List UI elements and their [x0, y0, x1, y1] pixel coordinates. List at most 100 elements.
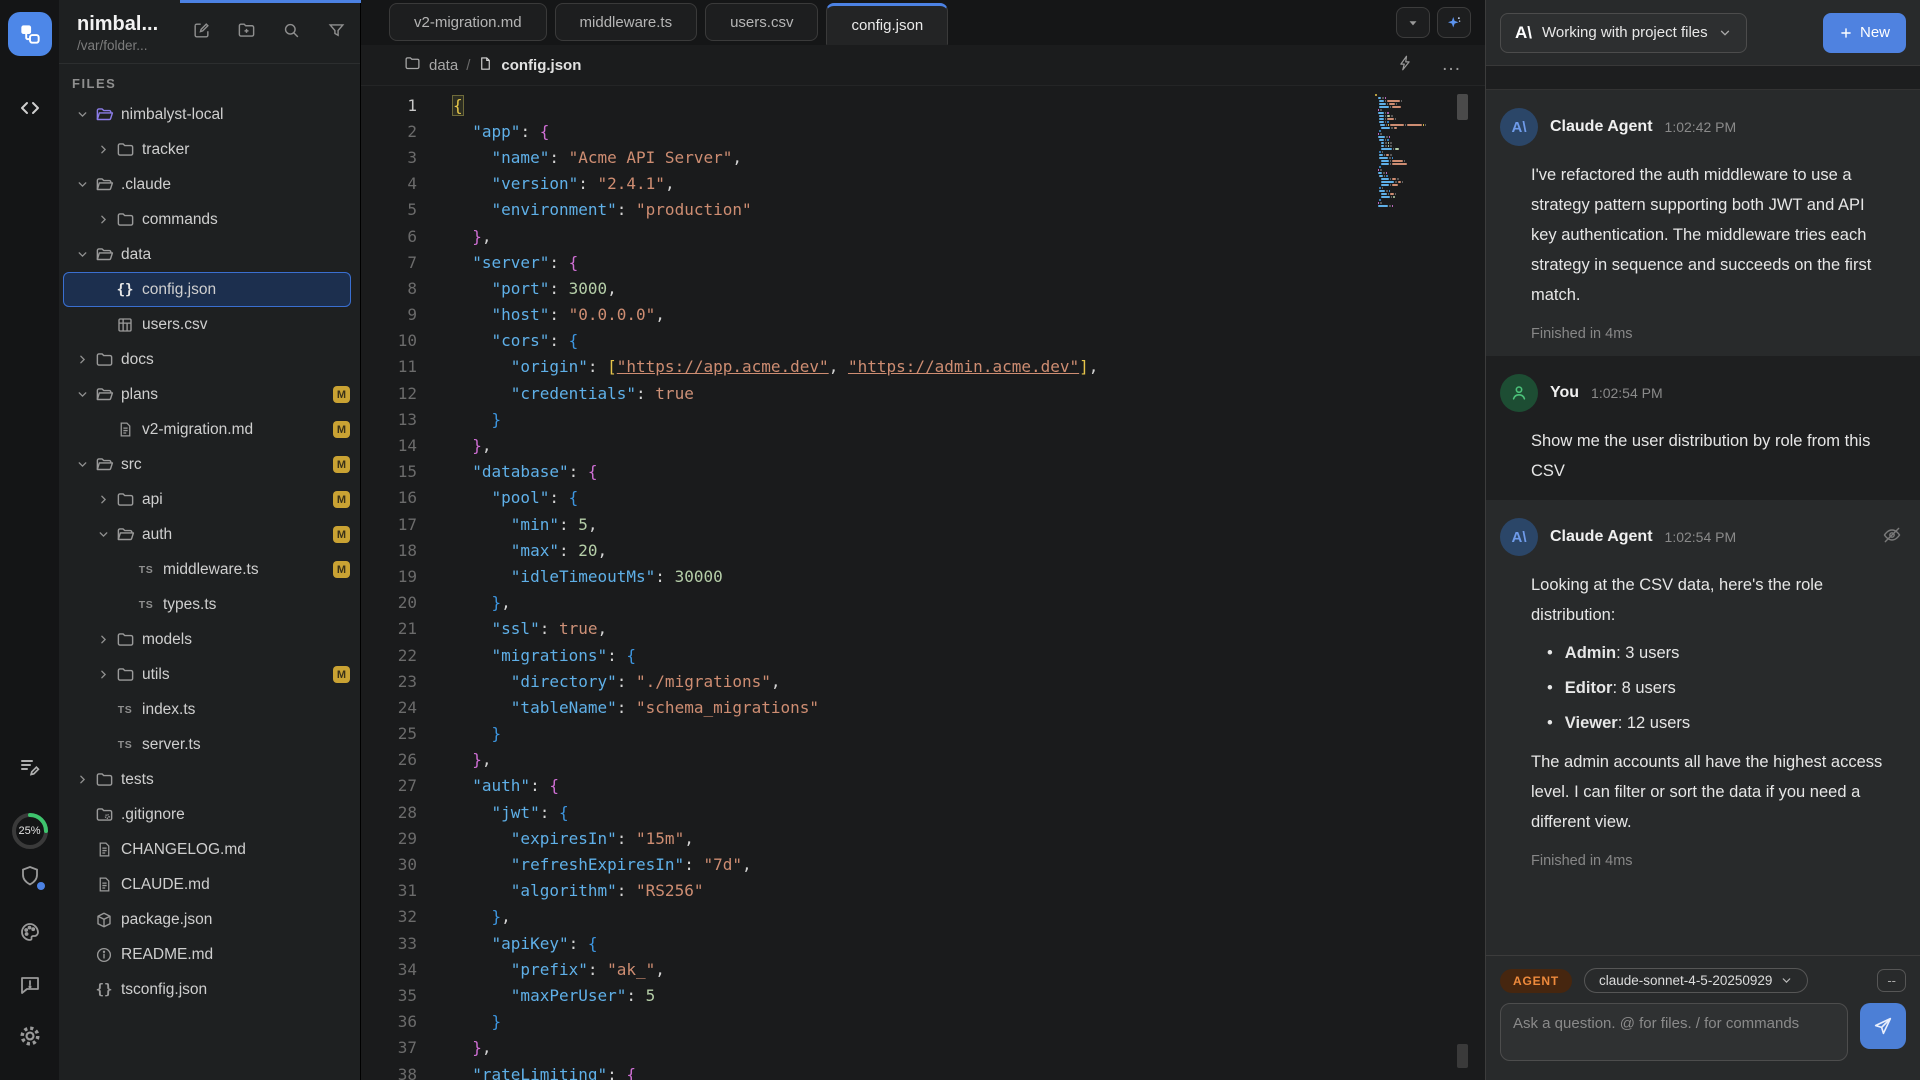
tree-item-plans[interactable]: plansM [59, 377, 360, 412]
code-line-1: 1{ [361, 92, 1485, 118]
composer-menu-button[interactable]: -- [1877, 969, 1906, 992]
code-line-37: 37 }, [361, 1035, 1485, 1061]
tree-item-server.ts[interactable]: TSserver.ts [59, 727, 360, 762]
minimap[interactable] [1375, 94, 1427, 208]
model-selector[interactable]: claude-sonnet-4-5-20250929 [1584, 968, 1808, 993]
app-logo[interactable] [0, 12, 59, 56]
more-actions-icon[interactable]: ... [1442, 54, 1461, 76]
code-line-8: 8 "port": 3000, [361, 275, 1485, 301]
chevron-right-icon[interactable] [92, 668, 114, 681]
folder-icon [114, 665, 136, 684]
tree-item-middleware.ts[interactable]: TSmiddleware.tsM [59, 552, 360, 587]
file-label: types.ts [163, 596, 216, 614]
tree-item-CLAUDE.md[interactable]: CLAUDE.md [59, 867, 360, 902]
tab-config.json[interactable]: config.json [826, 3, 948, 45]
chevron-down-icon[interactable] [71, 108, 93, 121]
chat-input[interactable] [1500, 1003, 1848, 1061]
new-folder-icon[interactable] [237, 21, 256, 45]
edit-file-icon[interactable] [192, 21, 211, 45]
tree-item-tests[interactable]: tests [59, 762, 360, 797]
usage-progress-ring[interactable]: 25% [0, 808, 59, 854]
tree-item-utils[interactable]: utilsM [59, 657, 360, 692]
code-line-4: 4 "version": "2.4.1", [361, 171, 1485, 197]
icon-rail: 25% [0, 0, 59, 1080]
tab-users.csv[interactable]: users.csv [705, 3, 818, 41]
tree-item-commands[interactable]: commands [59, 202, 360, 237]
line-number: 25 [361, 724, 417, 743]
code-line-34: 34 "prefix": "ak_", [361, 956, 1485, 982]
chevron-down-icon[interactable] [71, 248, 93, 261]
file-label: tsconfig.json [121, 981, 207, 999]
tree-item-index.ts[interactable]: TSindex.ts [59, 692, 360, 727]
tree-item-v2-migration.md[interactable]: v2-migration.mdM [59, 412, 360, 447]
chevron-right-icon[interactable] [92, 493, 114, 506]
breadcrumb-folder[interactable]: data [429, 57, 458, 74]
feedback-icon[interactable] [0, 973, 59, 997]
tree-item-src[interactable]: srcM [59, 447, 360, 482]
chevron-down-icon[interactable] [71, 388, 93, 401]
tree-item-package.json[interactable]: package.json [59, 902, 360, 937]
chevron-right-icon[interactable] [92, 213, 114, 226]
send-button[interactable] [1860, 1003, 1906, 1049]
chevron-down-icon[interactable] [71, 458, 93, 471]
line-number: 18 [361, 541, 417, 560]
tree-item-.gitignore[interactable]: .gitignore [59, 797, 360, 832]
tree-item-tracker[interactable]: tracker [59, 132, 360, 167]
tree-item-docs[interactable]: docs [59, 342, 360, 377]
chevron-down-icon[interactable] [92, 528, 114, 541]
tab-v2-migration.md[interactable]: v2-migration.md [389, 3, 547, 41]
tree-item-api[interactable]: apiM [59, 482, 360, 517]
message-timestamp: 1:02:54 PM [1665, 529, 1737, 545]
tree-item-nimbalyst-local[interactable]: nimbalyst-local [59, 97, 360, 132]
tree-item-tsconfig.json[interactable]: {}tsconfig.json [59, 972, 360, 1007]
code-line-31: 31 "algorithm": "RS256" [361, 878, 1485, 904]
tree-item-CHANGELOG.md[interactable]: CHANGELOG.md [59, 832, 360, 867]
tree-item-data[interactable]: data [59, 237, 360, 272]
file-label: data [121, 246, 151, 264]
chevron-right-icon[interactable] [71, 773, 93, 786]
chevron-down-icon[interactable] [71, 178, 93, 191]
tree-item-config.json[interactable]: {}config.json [63, 272, 351, 307]
tab-middleware.ts[interactable]: middleware.ts [555, 3, 698, 41]
filter-icon[interactable] [327, 21, 346, 45]
new-chat-button[interactable]: New [1823, 13, 1906, 53]
tree-item-README.md[interactable]: README.md [59, 937, 360, 972]
chevron-right-icon[interactable] [92, 633, 114, 646]
line-number: 4 [361, 174, 417, 193]
gear-icon[interactable] [0, 1023, 59, 1049]
tree-item-users.csv[interactable]: users.csv [59, 307, 360, 342]
claude-avatar: A\ [1500, 518, 1538, 556]
compose-notes-icon[interactable] [0, 755, 59, 779]
line-number: 26 [361, 750, 417, 769]
modified-badge: M [333, 386, 350, 403]
file-label: package.json [121, 911, 212, 929]
session-dropdown[interactable]: A\ Working with project files [1500, 13, 1747, 53]
code-line-5: 5 "environment": "production" [361, 197, 1485, 223]
tree-item-models[interactable]: models [59, 622, 360, 657]
code-line-24: 24 "tableName": "schema_migrations" [361, 694, 1485, 720]
workspace-title: nimbal... [77, 12, 192, 36]
palette-icon[interactable] [0, 920, 59, 944]
code-view-icon[interactable] [0, 96, 59, 120]
tree-item-types.ts[interactable]: TStypes.ts [59, 587, 360, 622]
line-number: 28 [361, 803, 417, 822]
scrollbar-thumb[interactable] [1457, 94, 1468, 120]
code-editor[interactable]: 1{2 "app": {3 "name": "Acme API Server",… [361, 86, 1485, 1080]
folder-icon [114, 490, 136, 509]
shield-icon[interactable] [0, 864, 59, 888]
code-line-14: 14 }, [361, 432, 1485, 458]
chevron-right-icon[interactable] [92, 143, 114, 156]
tab-list-dropdown-button[interactable] [1396, 7, 1430, 38]
modified-badge: M [333, 561, 350, 578]
flash-icon[interactable] [1396, 54, 1414, 76]
search-icon[interactable] [282, 21, 301, 45]
chat-messages[interactable]: A\Claude Agent1:02:42 PMI've refactored … [1486, 90, 1920, 955]
chevron-right-icon[interactable] [71, 353, 93, 366]
line-number: 20 [361, 593, 417, 612]
tree-item-.claude[interactable]: .claude [59, 167, 360, 202]
eye-off-icon[interactable] [1882, 525, 1902, 550]
ai-sparkle-button[interactable] [1437, 7, 1471, 38]
tree-item-auth[interactable]: authM [59, 517, 360, 552]
breadcrumb-file[interactable]: config.json [501, 57, 581, 74]
code-line-16: 16 "pool": { [361, 485, 1485, 511]
